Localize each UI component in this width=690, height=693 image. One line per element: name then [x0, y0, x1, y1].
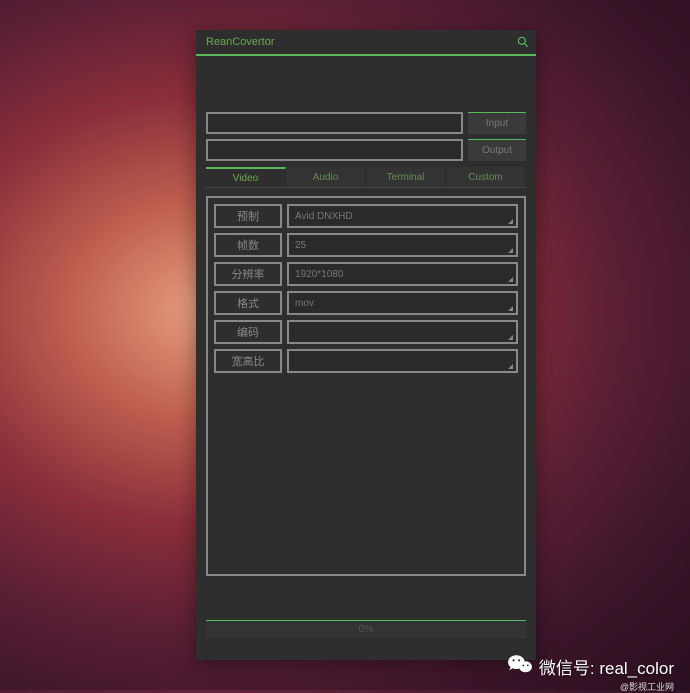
settings-panel: 预制 Avid DNXHD 帧数 25 分辨率 1920*1080 格式 mov…	[206, 196, 526, 576]
field-format-row: 格式 mov	[214, 291, 518, 315]
app-title: ReanCovertor	[206, 36, 274, 48]
watermark: 微信号: real_color	[507, 653, 674, 680]
field-fps-row: 帧数 25	[214, 233, 518, 257]
output-path-field[interactable]	[206, 139, 463, 161]
tab-video[interactable]: Video	[206, 167, 286, 187]
output-button[interactable]: Output	[468, 139, 526, 161]
input-path-field[interactable]	[206, 112, 463, 134]
progress-text: 0%	[359, 624, 373, 635]
tabs: Video Audio Terminal Custom	[206, 167, 526, 188]
titlebar: ReanCovertor	[196, 30, 536, 56]
field-preset-row: 预制 Avid DNXHD	[214, 204, 518, 228]
field-aspect-row: 宽高比	[214, 349, 518, 373]
field-label-fps: 帧数	[214, 233, 282, 257]
field-dropdown-aspect[interactable]	[287, 349, 518, 373]
field-dropdown-resolution[interactable]: 1920*1080	[287, 262, 518, 286]
watermark-sub: @影视工业网	[620, 680, 674, 693]
input-button[interactable]: Input	[468, 112, 526, 134]
progress-bar: 0%	[206, 620, 526, 638]
search-icon[interactable]	[516, 35, 530, 49]
field-label-codec: 编码	[214, 320, 282, 344]
input-row: Input	[206, 112, 526, 134]
output-row: Output	[206, 139, 526, 161]
field-resolution-row: 分辨率 1920*1080	[214, 262, 518, 286]
app-window: ReanCovertor Input Output Video Audio Te…	[196, 30, 536, 660]
watermark-text: 微信号: real_color	[539, 654, 674, 679]
io-section: Input Output	[196, 112, 536, 161]
field-label-aspect: 宽高比	[214, 349, 282, 373]
field-label-preset: 预制	[214, 204, 282, 228]
tab-audio[interactable]: Audio	[286, 167, 366, 187]
tab-custom[interactable]: Custom	[446, 167, 526, 187]
field-dropdown-codec[interactable]	[287, 320, 518, 344]
field-dropdown-preset[interactable]: Avid DNXHD	[287, 204, 518, 228]
spacer	[196, 56, 536, 112]
tab-terminal[interactable]: Terminal	[366, 167, 446, 187]
field-codec-row: 编码	[214, 320, 518, 344]
field-dropdown-fps[interactable]: 25	[287, 233, 518, 257]
field-label-format: 格式	[214, 291, 282, 315]
field-dropdown-format[interactable]: mov	[287, 291, 518, 315]
field-label-resolution: 分辨率	[214, 262, 282, 286]
wechat-icon	[507, 653, 533, 680]
